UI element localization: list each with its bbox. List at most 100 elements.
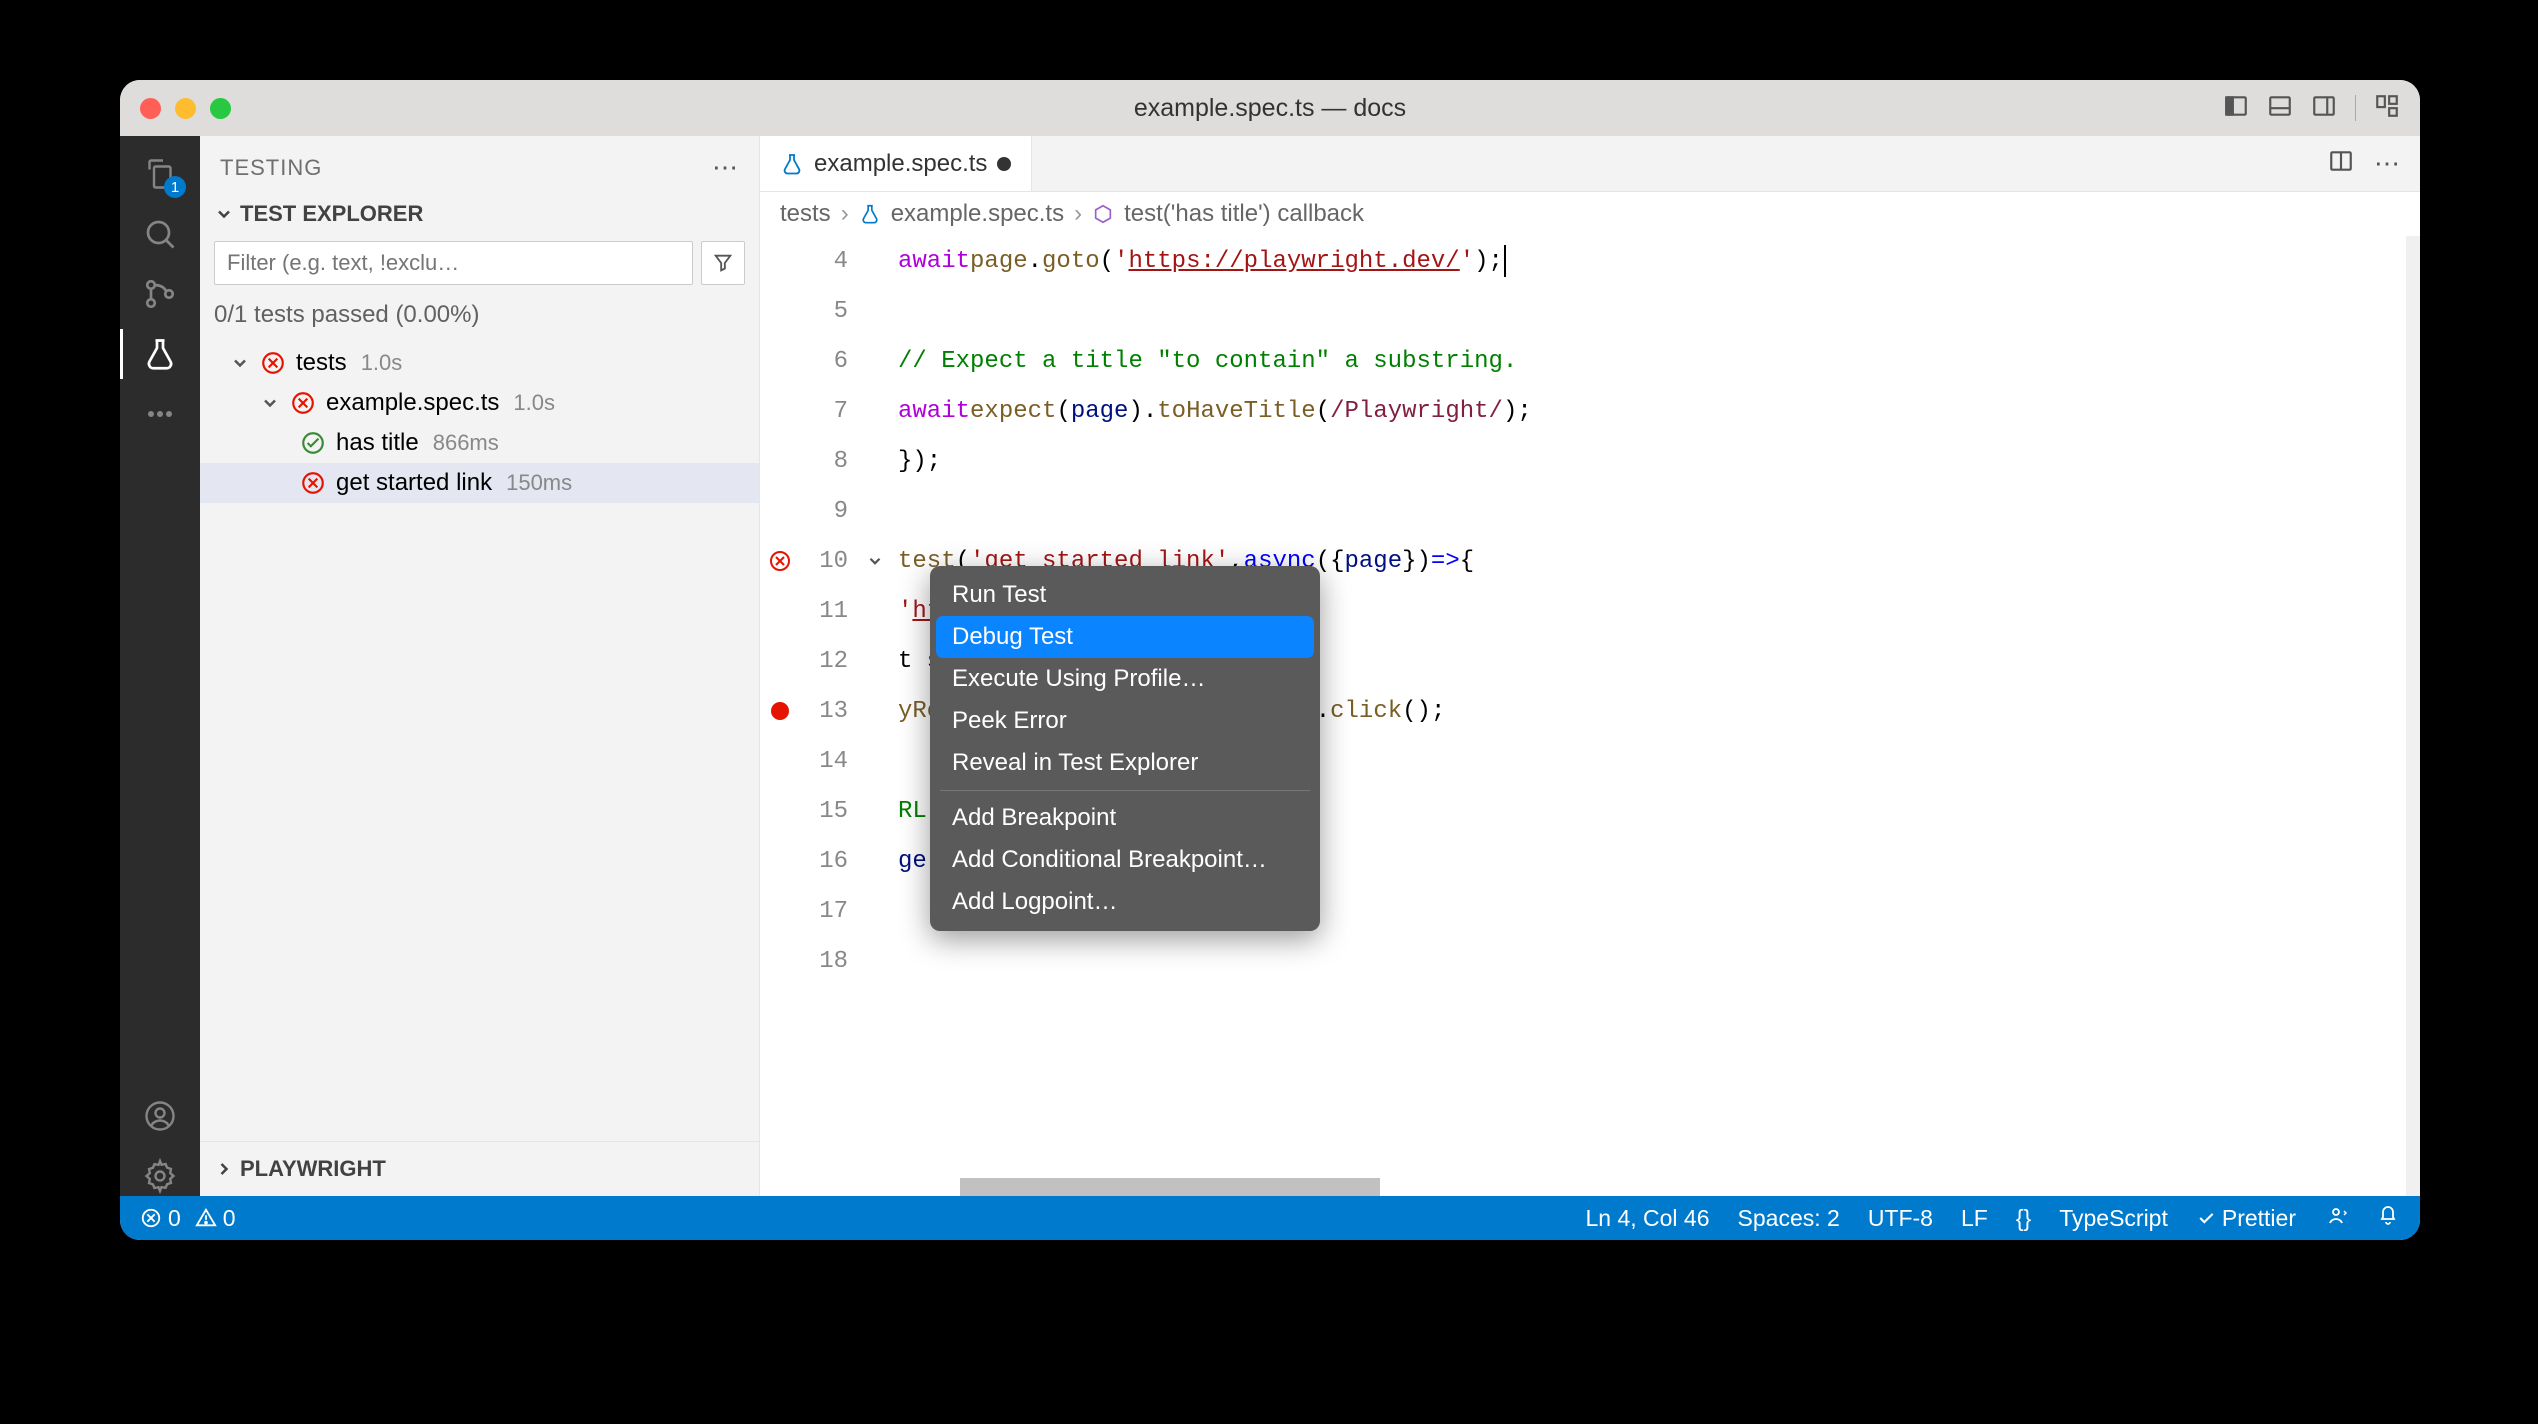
beaker-icon — [859, 203, 881, 225]
menu-item-debug-test[interactable]: Debug Test — [936, 616, 1314, 658]
breadcrumb[interactable]: tests › example.spec.ts › test('has titl… — [760, 192, 2420, 236]
tree-time: 1.0s — [361, 350, 403, 376]
breadcrumb-item[interactable]: tests — [780, 200, 831, 228]
menu-item-add-conditional-breakpoint[interactable]: Add Conditional Breakpoint… — [930, 839, 1320, 881]
sidebar-more-icon[interactable]: ⋯ — [712, 152, 739, 183]
explorer-icon[interactable]: 1 — [140, 154, 180, 194]
testing-icon[interactable] — [140, 334, 180, 374]
status-spaces[interactable]: Spaces: 2 — [1738, 1205, 1840, 1232]
line-number: 14 — [800, 736, 860, 786]
chevron-down-icon — [260, 393, 280, 413]
menu-item-run-test[interactable]: Run Test — [930, 574, 1320, 616]
chevron-down-icon — [230, 353, 250, 373]
search-icon[interactable] — [140, 214, 180, 254]
status-encoding[interactable]: UTF-8 — [1868, 1205, 1933, 1232]
menu-item-execute-using-profile[interactable]: Execute Using Profile… — [930, 658, 1320, 700]
more-actions-icon[interactable]: ⋯ — [2374, 148, 2400, 179]
filter-input[interactable] — [214, 241, 693, 285]
breadcrumb-item[interactable]: test('has title') callback — [1124, 200, 1364, 228]
more-icon[interactable] — [140, 394, 180, 434]
test-explorer-section[interactable]: TEST EXPLORER — [200, 193, 759, 235]
line-number: 13 — [800, 686, 860, 736]
settings-gear-icon[interactable] — [140, 1156, 180, 1196]
explorer-badge: 1 — [164, 176, 186, 198]
code-line[interactable]: 6 // Expect a title "to contain" a subst… — [760, 336, 2420, 386]
code-line[interactable]: 8}); — [760, 436, 2420, 486]
filter-button[interactable] — [701, 241, 745, 285]
layout-panel-icon[interactable] — [2267, 93, 2293, 124]
status-prettier[interactable]: Prettier — [2196, 1205, 2296, 1232]
funnel-icon — [712, 252, 734, 274]
line-number: 16 — [800, 836, 860, 886]
title-bar: example.spec.ts — docs — [120, 80, 2420, 136]
editor-tabs: example.spec.ts ⋯ — [760, 136, 2420, 192]
line-number: 17 — [800, 886, 860, 936]
context-menu: Run TestDebug TestExecute Using Profile…… — [930, 566, 1320, 931]
window-title: example.spec.ts — docs — [1134, 94, 1406, 123]
status-language[interactable]: TypeScript — [2059, 1205, 2168, 1232]
code-line[interactable]: 7 await expect(page).toHaveTitle(/Playwr… — [760, 386, 2420, 436]
line-number: 9 — [800, 486, 860, 536]
section-label: PLAYWRIGHT — [240, 1156, 386, 1182]
close-window-button[interactable] — [140, 98, 161, 119]
menu-item-peek-error[interactable]: Peek Error — [930, 700, 1320, 742]
editor-area: example.spec.ts ⋯ tests › example.spec.t… — [760, 136, 2420, 1196]
code-line[interactable]: 9 — [760, 486, 2420, 536]
status-feedback-icon[interactable] — [2324, 1203, 2348, 1233]
layout-sidebar-right-icon[interactable] — [2311, 93, 2337, 124]
menu-item-add-logpoint[interactable]: Add Logpoint… — [930, 881, 1320, 923]
customize-layout-icon[interactable] — [2374, 93, 2400, 124]
symbol-icon — [1092, 203, 1114, 225]
status-errors[interactable]: 0 — [140, 1205, 181, 1232]
code-line[interactable]: 18 — [760, 936, 2420, 986]
tree-folder-tests[interactable]: tests 1.0s — [200, 343, 759, 383]
status-eol[interactable]: LF — [1961, 1205, 1988, 1232]
tree-test-get-started-link[interactable]: get started link 150ms — [200, 463, 759, 503]
horizontal-scrollbar[interactable] — [960, 1178, 1380, 1196]
code-editor[interactable]: 4 await page.goto('https://playwright.de… — [760, 236, 2420, 1196]
tests-passed-summary: 0/1 tests passed (0.00%) — [200, 291, 759, 339]
breadcrumb-item[interactable]: example.spec.ts — [891, 200, 1064, 228]
tree-label: tests — [296, 349, 347, 377]
line-number: 10 — [800, 536, 860, 586]
status-braces[interactable]: {} — [2016, 1205, 2031, 1232]
code-line[interactable]: 5 — [760, 286, 2420, 336]
minimize-window-button[interactable] — [175, 98, 196, 119]
menu-item-reveal-in-test-explorer[interactable]: Reveal in Test Explorer — [930, 742, 1320, 784]
tree-label: has title — [336, 429, 419, 457]
source-control-icon[interactable] — [140, 274, 180, 314]
error-icon — [140, 1207, 162, 1229]
tree-test-has-title[interactable]: has title 866ms — [200, 423, 759, 463]
tree-time: 1.0s — [513, 390, 555, 416]
status-warnings[interactable]: 0 — [195, 1205, 236, 1232]
breakpoint-icon[interactable] — [771, 702, 789, 720]
tab-dirty-indicator — [997, 157, 1011, 171]
status-position[interactable]: Ln 4, Col 46 — [1585, 1205, 1709, 1232]
fail-icon — [768, 549, 792, 573]
minimap[interactable] — [2406, 236, 2420, 1196]
warning-icon — [195, 1207, 217, 1229]
fail-icon — [300, 470, 326, 496]
chevron-down-icon[interactable] — [866, 552, 884, 570]
pass-icon — [300, 430, 326, 456]
line-number: 18 — [800, 936, 860, 986]
traffic-lights — [140, 98, 231, 119]
menu-item-add-breakpoint[interactable]: Add Breakpoint — [930, 797, 1320, 839]
tree-label: example.spec.ts — [326, 389, 499, 417]
line-number: 4 — [800, 236, 860, 286]
accounts-icon[interactable] — [140, 1096, 180, 1136]
playwright-section[interactable]: PLAYWRIGHT — [200, 1141, 759, 1196]
status-bell-icon[interactable] — [2376, 1203, 2400, 1233]
line-number: 8 — [800, 436, 860, 486]
code-line[interactable]: 4 await page.goto('https://playwright.de… — [760, 236, 2420, 286]
line-number: 5 — [800, 286, 860, 336]
tree-file-example[interactable]: example.spec.ts 1.0s — [200, 383, 759, 423]
tab-example-spec[interactable]: example.spec.ts — [760, 136, 1032, 191]
tab-label: example.spec.ts — [814, 150, 987, 178]
layout-sidebar-left-icon[interactable] — [2223, 93, 2249, 124]
split-editor-icon[interactable] — [2328, 148, 2354, 179]
maximize-window-button[interactable] — [210, 98, 231, 119]
line-number: 11 — [800, 586, 860, 636]
breadcrumb-separator: › — [841, 200, 849, 228]
line-number: 7 — [800, 386, 860, 436]
